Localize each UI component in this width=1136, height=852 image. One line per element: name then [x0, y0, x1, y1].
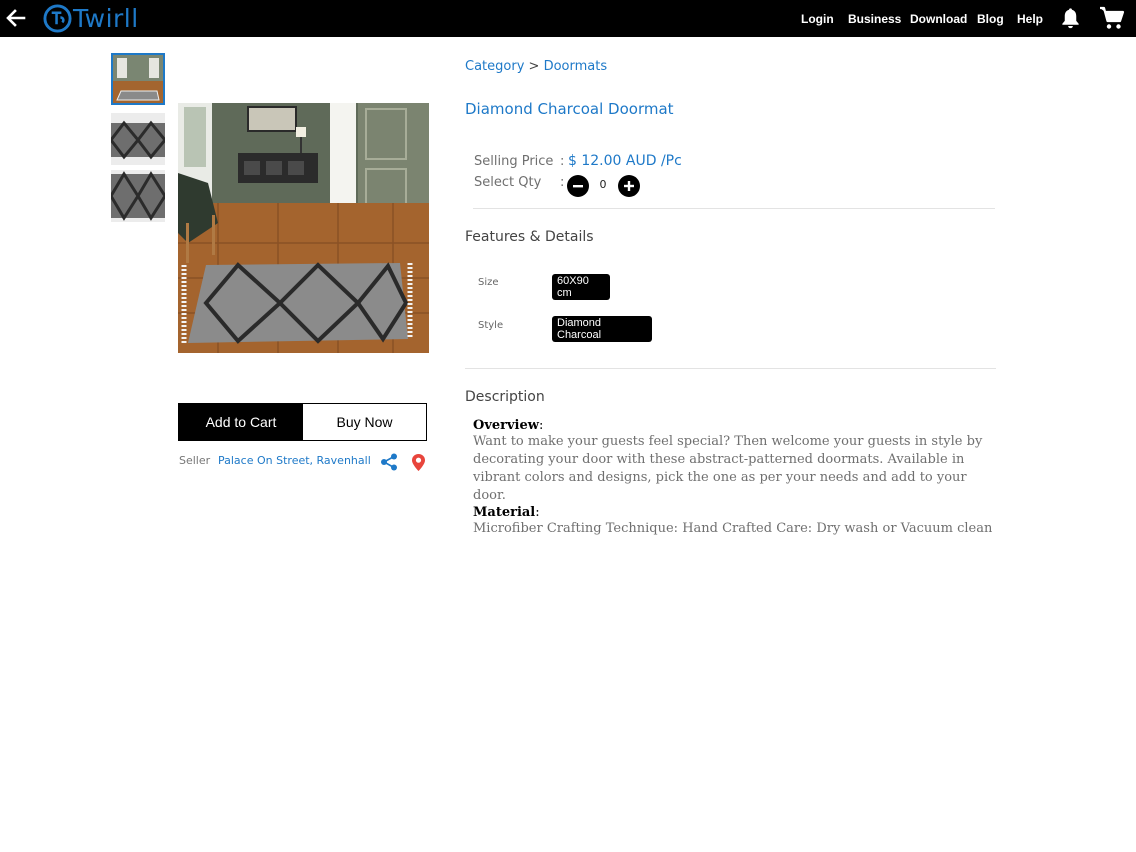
material-label: Material [473, 505, 536, 520]
material-heading: Material: [473, 505, 540, 520]
add-to-cart-button[interactable]: Add to Cart [179, 404, 303, 440]
selling-price-value: $ 12.00 AUD /Pc [568, 153, 682, 169]
back-arrow-icon[interactable] [4, 6, 28, 30]
nav-blog[interactable]: Blog [977, 12, 1004, 26]
breadcrumb-category[interactable]: Category [465, 59, 524, 74]
price-colon: : [560, 154, 565, 169]
overview-text: Want to make your guests feel special? T… [473, 434, 983, 503]
select-qty-label: Select Qty [474, 175, 542, 190]
room-thumbnail-image [113, 55, 163, 103]
selling-price-label: Selling Price [474, 154, 554, 169]
divider-price [473, 208, 995, 209]
description-title: Description [465, 389, 545, 405]
breadcrumb-separator: > [528, 59, 540, 74]
qty-increase-button[interactable] [618, 175, 640, 197]
buy-now-button[interactable]: Buy Now [303, 404, 426, 440]
bell-icon[interactable] [1059, 6, 1082, 30]
rug-flat-thumbnail-image [111, 170, 165, 222]
size-chip[interactable]: 60X90 cm [552, 274, 610, 300]
style-label: Style [478, 320, 504, 331]
thumbnail-rug-flat[interactable] [111, 170, 165, 222]
style-chip[interactable]: Diamond Charcoal [552, 316, 652, 342]
seller-name-link[interactable]: Palace On Street, Ravenhall [218, 454, 371, 467]
overview-section: Overview: Want to make your guests feel … [473, 418, 993, 505]
nav-login[interactable]: Login [801, 12, 834, 26]
nav-business[interactable]: Business [848, 12, 901, 26]
share-icon[interactable] [380, 453, 398, 471]
material-section: Material: Microfiber Crafting Technique:… [473, 505, 993, 538]
logo-text: Twirll [73, 4, 139, 33]
purchase-buttons: Add to Cart Buy Now [178, 403, 427, 441]
divider-features [465, 368, 996, 369]
plus-icon [624, 181, 634, 191]
minus-icon [573, 185, 583, 188]
breadcrumb: Category > Doormats [465, 59, 607, 74]
thumbnail-room[interactable] [111, 53, 165, 105]
product-title: Diamond Charcoal Doormat [465, 100, 674, 118]
breadcrumb-doormats[interactable]: Doormats [544, 59, 608, 74]
qty-value[interactable]: 0 [592, 178, 614, 191]
logo[interactable]: Twirll [43, 3, 139, 34]
material-text: Microfiber Crafting Technique: Hand Craf… [473, 521, 993, 536]
seller-label: Seller [179, 454, 211, 467]
nav-download[interactable]: Download [910, 12, 967, 26]
overview-heading: Overview: [473, 418, 544, 433]
cart-icon[interactable] [1099, 6, 1125, 30]
logo-icon [43, 4, 72, 33]
size-label: Size [478, 277, 499, 288]
qty-colon: : [560, 175, 565, 190]
nav-help[interactable]: Help [1017, 12, 1043, 26]
product-main-image[interactable] [178, 103, 429, 353]
doormat-room-photo [178, 103, 429, 353]
features-title: Features & Details [465, 229, 594, 245]
thumbnail-rug-angle[interactable] [111, 113, 165, 165]
location-pin-icon[interactable] [411, 453, 426, 472]
overview-label: Overview [473, 418, 539, 433]
rug-thumbnail-image [111, 113, 165, 165]
qty-decrease-button[interactable] [567, 175, 589, 197]
top-bar: Twirll Login Business Download Blog Help [0, 0, 1136, 37]
